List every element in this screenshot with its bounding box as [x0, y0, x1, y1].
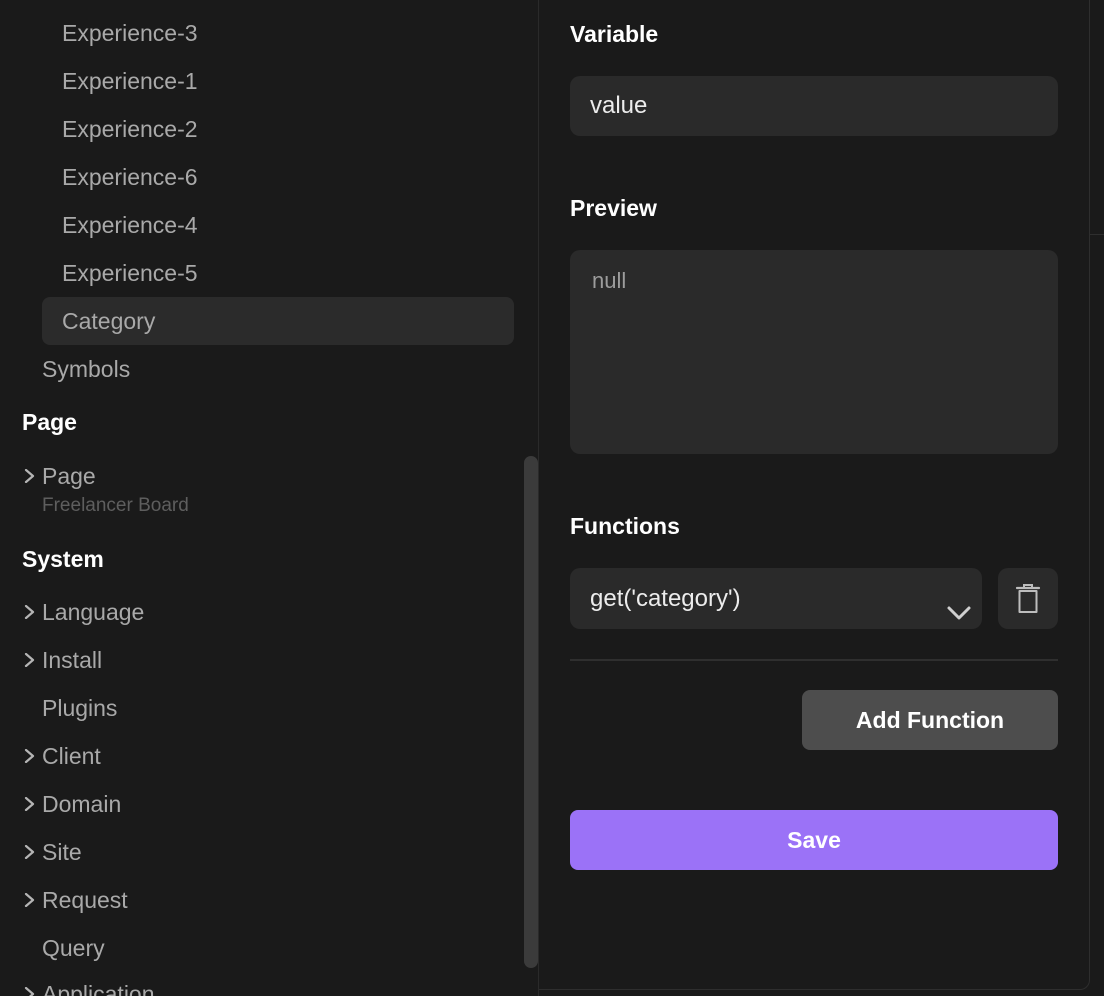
- tree-item-label: Request: [42, 887, 128, 913]
- tree-item-experience-3[interactable]: Experience-3: [62, 15, 198, 51]
- tree-item-experience-5[interactable]: Experience-5: [62, 255, 198, 291]
- chevron-right-icon[interactable]: [22, 458, 42, 494]
- page-caption: Freelancer Board: [42, 495, 189, 516]
- app-window: Experience-3 Experience-1 Experience-2 E…: [0, 0, 1104, 996]
- section-heading-page: Page: [22, 409, 77, 435]
- functions-label: Functions: [570, 513, 680, 539]
- tree-item-application[interactable]: Application: [22, 976, 155, 996]
- tree-item-label: Language: [42, 599, 145, 625]
- chevron-right-icon[interactable]: [22, 834, 42, 870]
- chevron-right-icon[interactable]: [22, 786, 42, 822]
- trash-icon: [1015, 584, 1041, 613]
- section-heading-system: System: [22, 546, 104, 572]
- variable-panel: Variable value Preview null Functions ge…: [539, 0, 1090, 990]
- tree-item-page[interactable]: Page: [22, 458, 96, 494]
- function-select[interactable]: get('category'): [570, 568, 982, 629]
- function-select-value: get('category'): [590, 585, 741, 612]
- functions-divider: [570, 659, 1058, 661]
- variable-input[interactable]: value: [570, 76, 1058, 136]
- preview-box: null: [570, 250, 1058, 454]
- tree-item-request[interactable]: Request: [22, 882, 128, 918]
- tree-item-label: Install: [42, 647, 103, 673]
- right-edge: [1090, 0, 1104, 996]
- tree-item-language[interactable]: Language: [22, 594, 144, 630]
- chevron-right-icon[interactable]: [22, 976, 42, 996]
- variable-label: Variable: [570, 21, 659, 47]
- tree-item-label: Application: [42, 981, 155, 996]
- tree-item-experience-6[interactable]: Experience-6: [62, 159, 198, 195]
- preview-label: Preview: [570, 195, 657, 221]
- delete-function-button[interactable]: [998, 568, 1058, 629]
- tree-item-install[interactable]: Install: [22, 642, 102, 678]
- chevron-right-icon[interactable]: [22, 642, 42, 678]
- chevron-right-icon[interactable]: [22, 738, 42, 774]
- tree-item-label: Site: [42, 839, 82, 865]
- tree-item-client[interactable]: Client: [22, 738, 101, 774]
- tree-item-experience-4[interactable]: Experience-4: [62, 207, 198, 243]
- save-button[interactable]: Save: [570, 810, 1058, 870]
- tree-item-label: Page: [42, 463, 96, 489]
- tree-item-symbols[interactable]: Symbols: [42, 351, 130, 387]
- chevron-right-icon[interactable]: [22, 594, 42, 630]
- edge-divider: [1090, 234, 1104, 235]
- sidebar: Experience-3 Experience-1 Experience-2 E…: [0, 0, 538, 996]
- chevron-down-icon[interactable]: [946, 586, 972, 647]
- tree-item-domain[interactable]: Domain: [22, 786, 121, 822]
- add-function-button[interactable]: Add Function: [802, 690, 1058, 750]
- tree-item-plugins[interactable]: Plugins: [42, 690, 117, 726]
- tree-item-site[interactable]: Site: [22, 834, 82, 870]
- tree-item-experience-1[interactable]: Experience-1: [62, 63, 198, 99]
- sidebar-scrollbar[interactable]: [524, 456, 538, 968]
- tree-item-experience-2[interactable]: Experience-2: [62, 111, 198, 147]
- tree-item-label: Client: [42, 743, 101, 769]
- tree-item-category[interactable]: Category: [42, 297, 514, 345]
- chevron-right-icon[interactable]: [22, 882, 42, 918]
- tree-item-label: Domain: [42, 791, 122, 817]
- tree-item-query[interactable]: Query: [42, 930, 105, 966]
